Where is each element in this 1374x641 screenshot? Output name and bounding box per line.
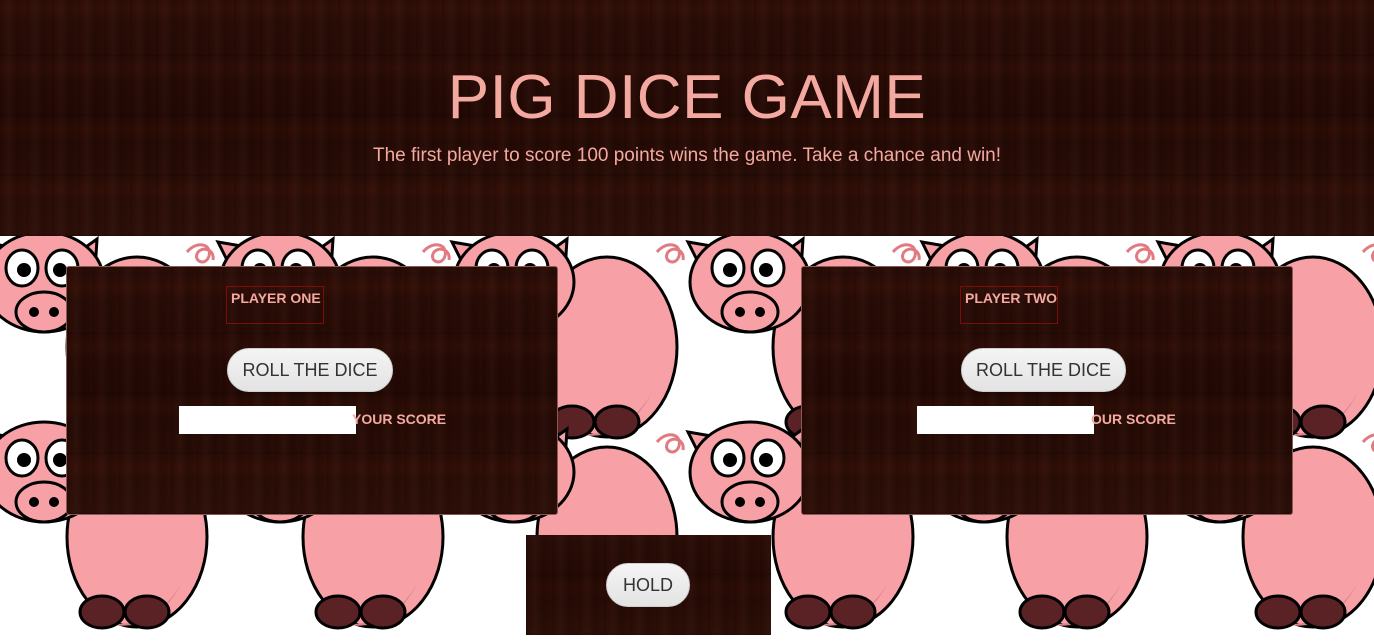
player-two-panel: PLAYER TWO ROLL THE DICE OUR SCORE [801,266,1293,515]
player-one-panel: PLAYER ONE ROLL THE DICE YOUR SCORE [66,266,558,515]
player-two-name: PLAYER TWO [960,286,1058,324]
page-subtitle: The first player to score 100 points win… [372,145,1002,166]
hold-panel: HOLD [526,535,771,635]
hold-button[interactable]: HOLD [606,563,690,607]
player-two-score-field[interactable] [917,406,1094,434]
page-title: PIG DICE GAME [447,63,927,132]
player-one-score-field[interactable] [179,406,356,434]
player-one-name: PLAYER ONE [226,286,324,324]
player-two-roll-button[interactable]: ROLL THE DICE [961,348,1126,392]
player-one-score-label: YOUR SCORE [352,411,447,427]
player-two-score-label: OUR SCORE [1091,411,1176,427]
page-header: PIG DICE GAME The first player to score … [0,0,1374,236]
player-one-roll-button[interactable]: ROLL THE DICE [227,348,393,392]
